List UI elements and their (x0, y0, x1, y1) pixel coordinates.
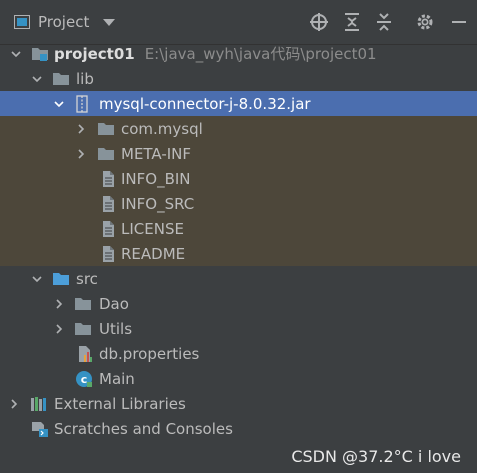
gear-icon[interactable] (415, 12, 435, 32)
tree-item-label: Utils (99, 319, 133, 338)
project-icon (14, 15, 30, 29)
folder-icon (98, 147, 114, 160)
jar-icon (76, 94, 88, 113)
folder-icon (98, 122, 114, 135)
source-folder-icon (53, 272, 69, 285)
package-folder-icon (75, 297, 91, 310)
module-folder-icon (32, 47, 48, 61)
tree-item-license[interactable]: LICENSE (0, 216, 477, 241)
tree-item-label: lib (76, 69, 94, 88)
minimize-icon[interactable] (449, 12, 469, 32)
tree-item-meta-inf[interactable]: META-INF (0, 141, 477, 166)
dropdown-icon[interactable] (103, 18, 116, 26)
tree-item-label: src (76, 269, 98, 288)
project-path: E:\java_wyh\java代码\project01 (144, 45, 377, 63)
locate-icon[interactable] (309, 12, 329, 32)
chevron-right-icon[interactable] (53, 298, 65, 310)
tree-item-scratches[interactable]: Scratches and Consoles (0, 416, 477, 441)
tree-item-label: META-INF (121, 144, 192, 163)
chevron-down-icon[interactable] (53, 98, 65, 110)
tree-item-label: Dao (99, 294, 129, 313)
chevron-down-icon[interactable] (10, 48, 22, 60)
collapse-all-icon[interactable] (374, 12, 394, 32)
chevron-right-icon[interactable] (53, 323, 65, 335)
library-icon (31, 396, 46, 411)
expand-all-icon[interactable] (342, 12, 362, 32)
tree-item-utils[interactable]: Utils (0, 316, 477, 341)
tree-item-main[interactable]: c Main (0, 366, 477, 391)
watermark: CSDN @37.2°C i love (291, 447, 461, 466)
tree-item-label: README (121, 244, 186, 263)
project-toolbar: Project (0, 0, 477, 45)
chevron-right-icon[interactable] (75, 123, 87, 135)
tree-item-info-bin[interactable]: INFO_BIN (0, 166, 477, 191)
text-file-icon (103, 195, 114, 212)
tree-item-label: LICENSE (121, 219, 184, 238)
chevron-down-icon[interactable] (31, 73, 43, 85)
tree-item-src[interactable]: src (0, 266, 477, 291)
tree-item-label: com.mysql (121, 119, 203, 138)
text-file-icon (103, 170, 114, 187)
tree-item-project01[interactable]: project01 E:\java_wyh\java代码\project01 (0, 41, 477, 66)
project-name: project01 (54, 45, 135, 63)
tree-item-label: External Libraries (54, 394, 186, 413)
java-class-icon: c (76, 370, 92, 387)
tree-item-com-mysql[interactable]: com.mysql (0, 116, 477, 141)
tree-item-info-src[interactable]: INFO_SRC (0, 191, 477, 216)
tree-item-lib[interactable]: lib (0, 66, 477, 91)
toolbar-title: Project (38, 13, 90, 31)
tree-item-jar[interactable]: mysql-connector-j-8.0.32.jar (0, 91, 477, 116)
tree-item-dao[interactable]: Dao (0, 291, 477, 316)
chevron-right-icon[interactable] (8, 398, 20, 410)
tree-item-label: db.properties (99, 344, 200, 363)
tree-item-readme[interactable]: README (0, 241, 477, 266)
package-folder-icon (75, 322, 91, 335)
scratches-icon (32, 421, 48, 437)
svg-text:c: c (81, 373, 88, 386)
tree-item-label: mysql-connector-j-8.0.32.jar (99, 94, 311, 113)
tree-item-label: Main (99, 369, 135, 388)
tree-item-db-properties[interactable]: db.properties (0, 341, 477, 366)
properties-file-icon (79, 345, 92, 362)
text-file-icon (103, 245, 114, 262)
text-file-icon (103, 220, 114, 237)
tree-item-label: INFO_SRC (121, 194, 195, 213)
chevron-down-icon[interactable] (31, 273, 43, 285)
folder-icon (53, 72, 69, 85)
tree-item-external-libraries[interactable]: External Libraries (0, 391, 477, 416)
project-view-selector[interactable]: Project (14, 11, 116, 33)
tree-item-label: Scratches and Consoles (54, 419, 233, 438)
chevron-right-icon[interactable] (75, 148, 87, 160)
tree-item-label: INFO_BIN (121, 169, 191, 188)
